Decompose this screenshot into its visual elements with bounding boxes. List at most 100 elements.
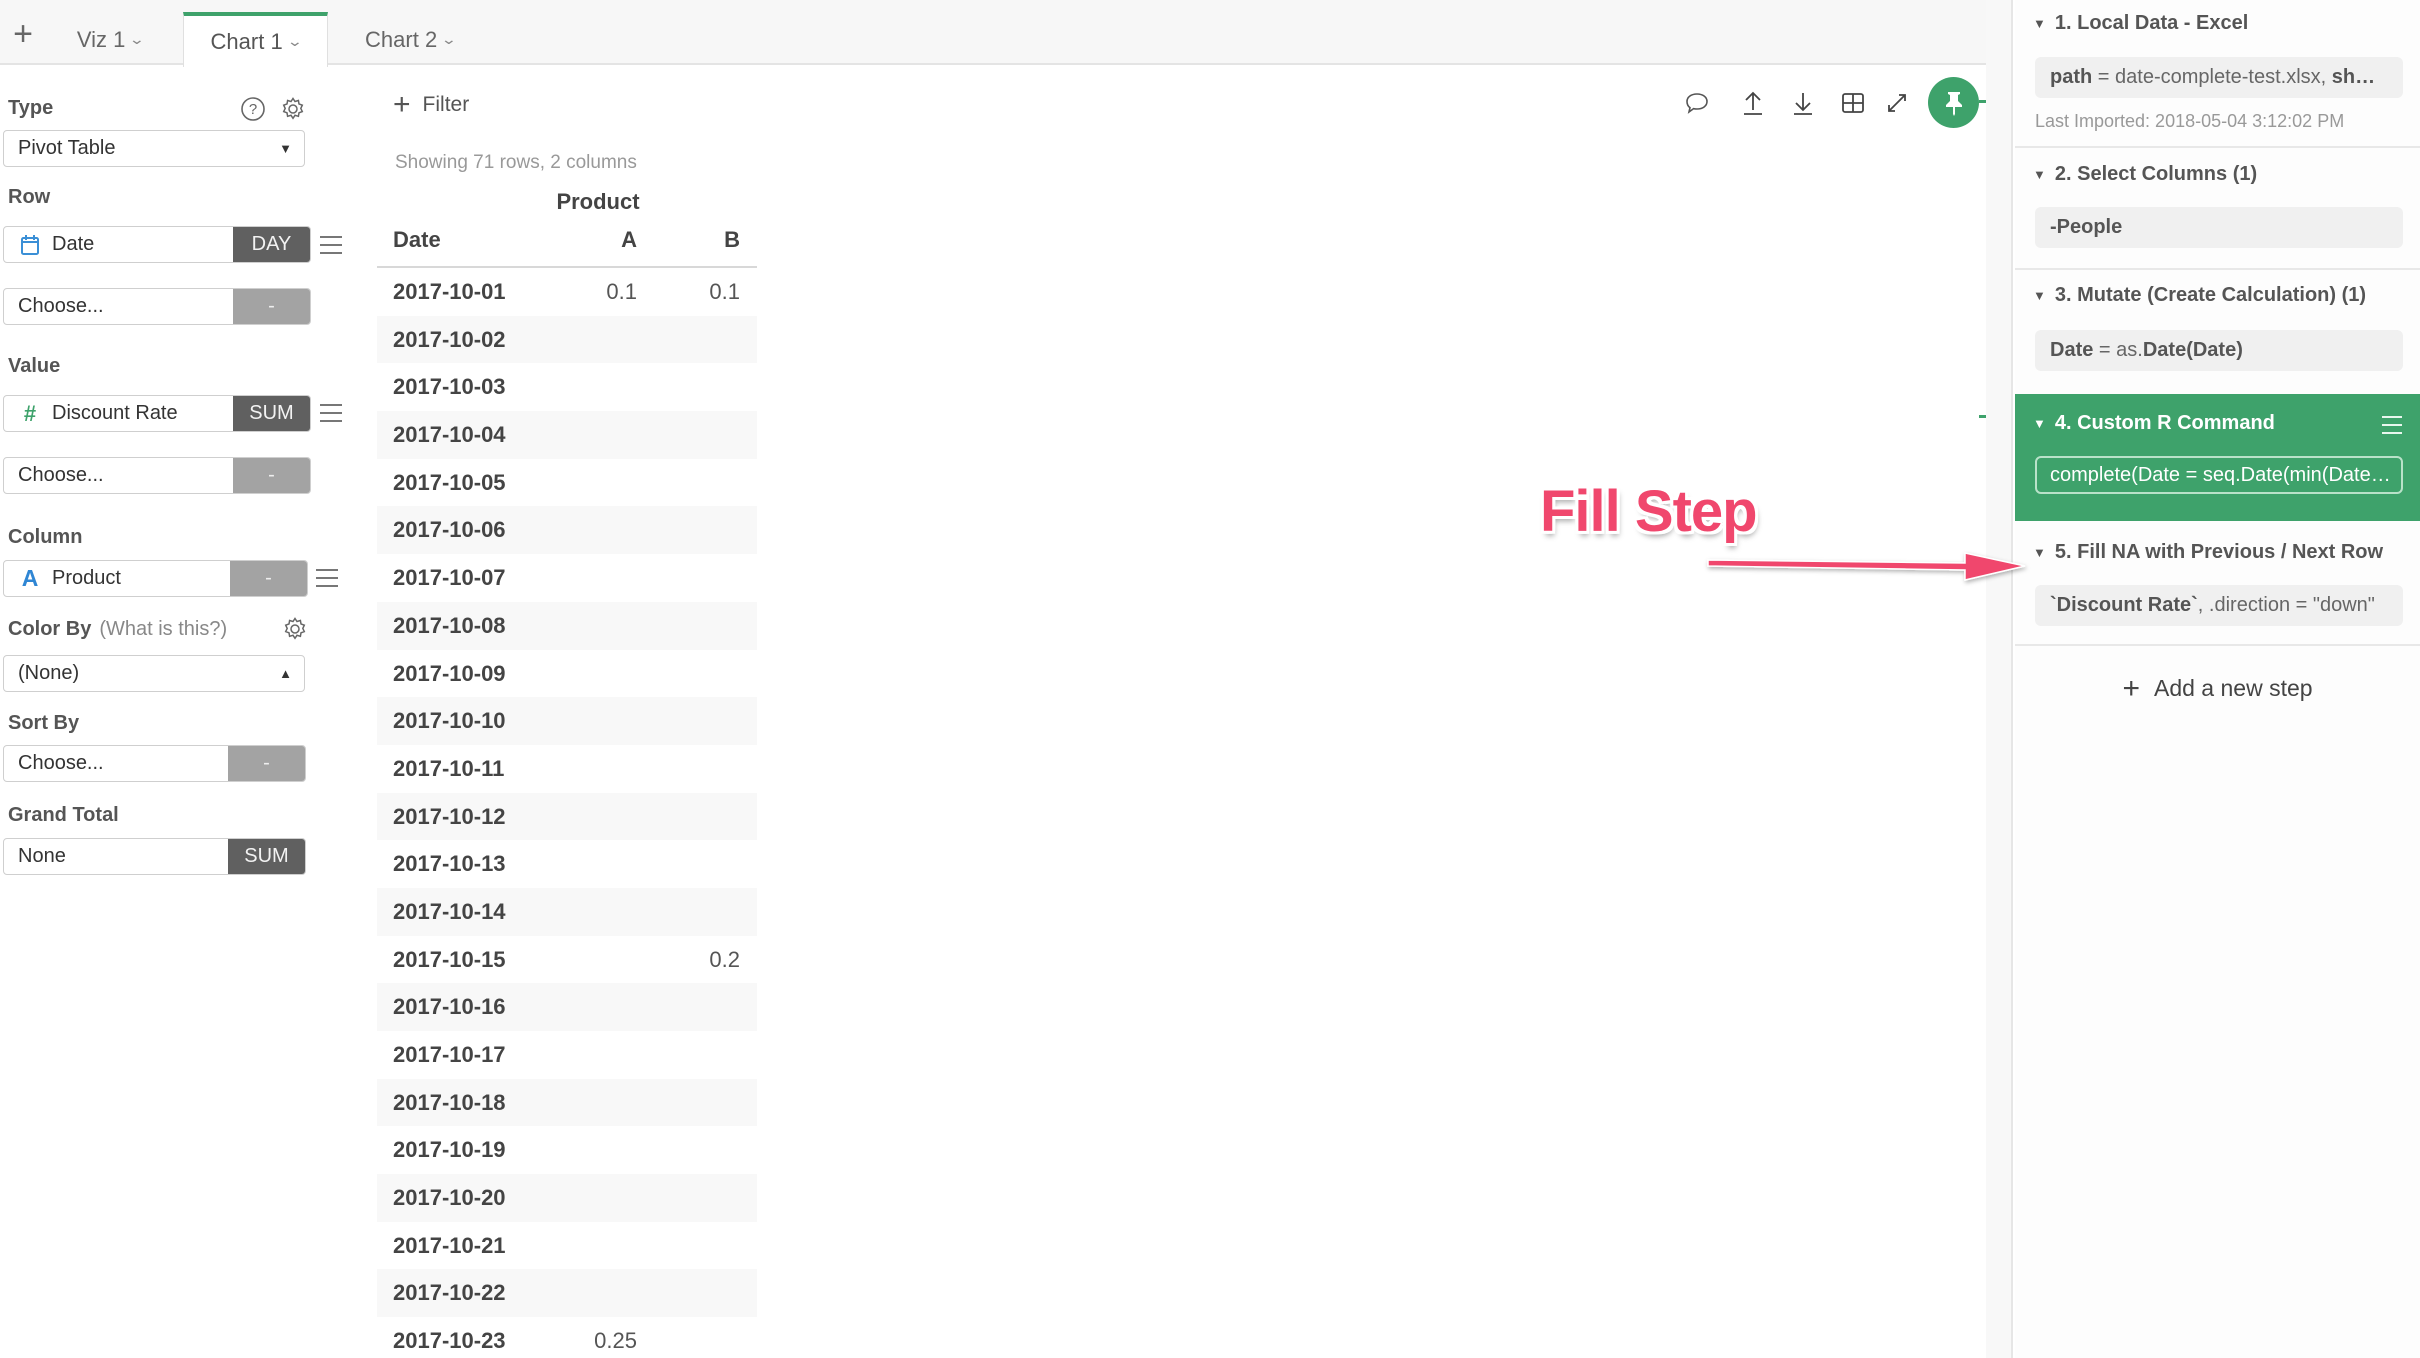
row-choose-pill[interactable]: Choose... -: [3, 288, 311, 325]
step-menu-icon[interactable]: [2382, 416, 2402, 434]
grand-total-aggregation[interactable]: SUM: [228, 839, 305, 874]
value-menu-icon[interactable]: [320, 404, 342, 422]
sort-by-pill[interactable]: Choose... -: [3, 745, 306, 782]
step-2-detail[interactable]: -People: [2035, 207, 2403, 248]
expand-icon[interactable]: [1880, 86, 1914, 120]
column-field-name: Product: [52, 567, 121, 589]
step-4-detail[interactable]: complete(Date = seq.Date(min(Date…: [2035, 456, 2403, 494]
row-date: 2017-10-15: [393, 946, 506, 972]
pivot-rows: 2017-10-01 0.1 0.1 2017-10-02 2017-10-03 2017…: [377, 268, 757, 1358]
step-4-header[interactable]: ▼ 4. Custom R Command: [2033, 412, 2275, 435]
column-group-header: Product: [556, 189, 640, 214]
column-menu-icon[interactable]: [316, 569, 338, 587]
comment-icon[interactable]: [1680, 86, 1714, 120]
table-row: 2017-10-16: [377, 983, 757, 1031]
step-4-active[interactable]: ▼ 4. Custom R Command complete(Date = seq…: [2015, 394, 2420, 521]
tab-viz-1[interactable]: Viz 1 ⌄: [60, 12, 160, 67]
plus-icon: +: [2122, 672, 2140, 705]
collapse-triangle-icon[interactable]: ▼: [2033, 416, 2046, 431]
grand-total-pill[interactable]: None SUM: [3, 838, 306, 875]
table-row: 2017-10-01 0.1 0.1: [377, 268, 757, 316]
value-choose-aggregation[interactable]: -: [233, 458, 310, 493]
row-field[interactable]: Date: [4, 227, 233, 262]
row-field-pill[interactable]: Date DAY: [3, 226, 311, 263]
color-gear-icon[interactable]: [280, 614, 310, 644]
product-a-header[interactable]: A: [621, 227, 637, 267]
column-label: Column: [8, 526, 83, 548]
value-field-pill[interactable]: # Discount Rate SUM: [3, 395, 311, 432]
gear-icon[interactable]: [278, 94, 308, 124]
table-icon[interactable]: [1836, 86, 1870, 120]
step-title: 5. Fill NA with Previous / Next Row: [2054, 541, 2384, 563]
step-divider: [2015, 268, 2420, 270]
row-date: 2017-10-18: [393, 1089, 506, 1115]
value-choose-field[interactable]: Choose...: [4, 458, 233, 493]
detail-key: `Discount Rate`: [2050, 594, 2198, 616]
row-label: Row: [8, 186, 51, 208]
caret-down-icon: ▼: [279, 141, 292, 156]
chevron-down-icon: ⌄: [286, 33, 303, 49]
last-imported-text: Last Imported: 2018-05-04 3:12:02 PM: [2035, 111, 2345, 131]
color-by-select[interactable]: (None) ▲: [3, 655, 305, 692]
filter-label: Filter: [422, 93, 470, 116]
row-date: 2017-10-21: [393, 1232, 506, 1258]
table-row: 2017-10-02: [377, 315, 757, 364]
step-1-detail[interactable]: path = date-complete-test.xlsx, sh…: [2035, 57, 2403, 98]
step-5-header[interactable]: ▼ 5. Fill NA with Previous / Next Row: [2033, 541, 2383, 564]
row-aggregation-button[interactable]: DAY: [233, 227, 310, 262]
column-field-pill[interactable]: A Product -: [3, 560, 308, 597]
step-3-detail[interactable]: Date = as.Date(Date): [2035, 330, 2403, 371]
row-field-name: Date: [52, 233, 95, 255]
value-choose-pill[interactable]: Choose... -: [3, 457, 311, 494]
value-field[interactable]: # Discount Rate: [4, 396, 233, 431]
row-count-info: Showing 71 rows, 2 columns: [395, 152, 637, 173]
pin-button[interactable]: [1928, 77, 1979, 128]
add-step-label: Add a new step: [2153, 675, 2313, 701]
value-label: Value: [8, 355, 61, 377]
step-2-header[interactable]: ▼ 2. Select Columns (1): [2033, 163, 2257, 186]
detail-text: , .direction = "down": [2197, 594, 2375, 616]
step-5-detail[interactable]: `Discount Rate`, .direction = "down": [2035, 585, 2403, 626]
tab-label: Chart 2: [365, 26, 438, 52]
row-menu-icon[interactable]: [320, 236, 342, 254]
tab-chart-2[interactable]: Chart 2 ⌄: [350, 12, 470, 67]
add-step-button[interactable]: + Add a new step: [2015, 672, 2420, 706]
color-by-label: Color By (What is this?): [8, 618, 227, 641]
color-by-title: Color By: [8, 618, 92, 640]
add-tab-button[interactable]: +: [8, 14, 38, 54]
table-row: 2017-10-18: [377, 1078, 757, 1127]
row-date: 2017-10-11: [393, 755, 505, 781]
date-column-header[interactable]: Date: [393, 227, 441, 267]
step-divider: [2015, 146, 2420, 148]
sort-by-aggregation[interactable]: -: [228, 746, 305, 781]
row-date: 2017-10-17: [393, 1042, 506, 1067]
plus-icon: +: [393, 88, 411, 121]
cell-product-a: 0.1: [606, 279, 637, 304]
step-title: 2. Select Columns (1): [2054, 163, 2258, 185]
table-row: 2017-10-03: [377, 363, 757, 411]
row-choose-aggregation[interactable]: -: [233, 289, 310, 324]
collapse-triangle-icon[interactable]: ▼: [2033, 167, 2046, 182]
table-row: 2017-10-04: [377, 411, 757, 459]
step-3-header[interactable]: ▼ 3. Mutate (Create Calculation) (1): [2033, 284, 2366, 307]
sort-by-field[interactable]: Choose...: [4, 746, 228, 781]
download-icon[interactable]: [1786, 86, 1820, 120]
grand-total-field[interactable]: None: [4, 839, 228, 874]
add-filter-button[interactable]: + Filter: [393, 88, 469, 122]
value-aggregation-button[interactable]: SUM: [233, 396, 310, 431]
product-b-header[interactable]: B: [724, 227, 740, 267]
row-date: 2017-10-10: [393, 708, 506, 734]
table-row: 2017-10-08: [377, 601, 757, 650]
collapse-triangle-icon[interactable]: ▼: [2033, 288, 2046, 303]
chart-type-select[interactable]: Pivot Table ▼: [3, 130, 305, 167]
row-choose-field[interactable]: Choose...: [4, 289, 233, 324]
column-aggregation-button[interactable]: -: [230, 561, 307, 596]
step-1-header[interactable]: ▼ 1. Local Data - Excel: [2033, 12, 2248, 35]
help-icon[interactable]: ?: [238, 94, 268, 124]
upload-icon[interactable]: [1736, 86, 1770, 120]
tab-chart-1[interactable]: Chart 1 ⌄: [183, 12, 328, 67]
collapse-triangle-icon[interactable]: ▼: [2033, 16, 2046, 31]
column-field[interactable]: A Product: [4, 561, 230, 596]
table-row: 2017-10-14: [377, 887, 757, 936]
color-by-help-link[interactable]: (What is this?): [99, 618, 227, 640]
